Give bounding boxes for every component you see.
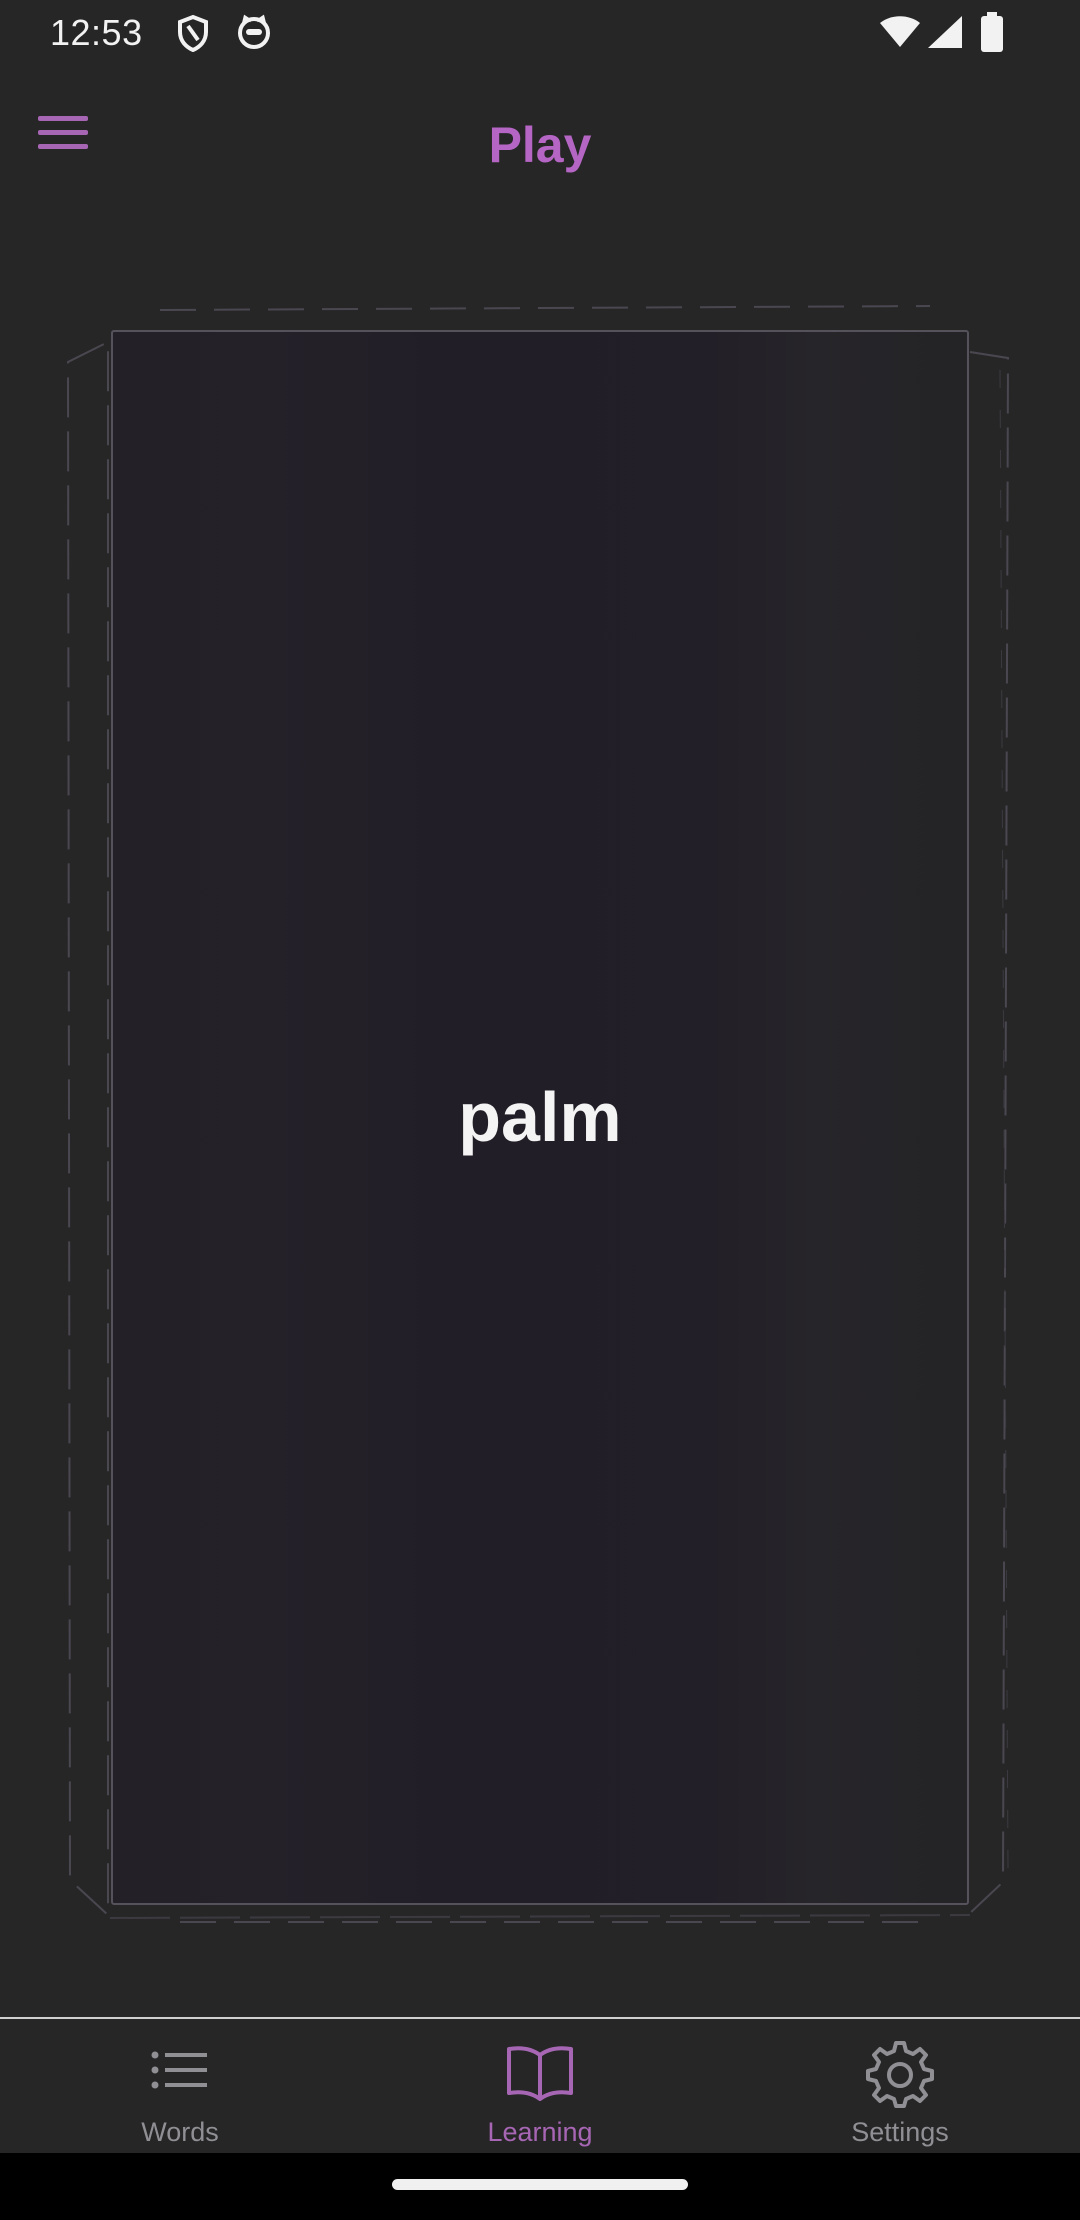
card-word: palm [458,1078,622,1156]
card-stack: palm [0,210,1080,1950]
screen: 12:53 Play palm Words Learning Settings [0,0,1080,2220]
app-bar: Play [0,66,1080,216]
book-icon [505,2039,575,2109]
bottom-nav: Words Learning Settings [0,2017,1080,2155]
signal-icon [928,16,962,53]
nav-item-settings[interactable]: Settings [720,2019,1080,2155]
nav-label-settings: Settings [851,2117,949,2147]
status-bar: 12:53 [0,0,1080,66]
battery-icon [980,12,1004,57]
gesture-handle[interactable] [392,2179,688,2190]
nav-item-learning[interactable]: Learning [360,2019,720,2155]
nav-label-words: Words [141,2117,219,2147]
word-card[interactable]: palm [111,330,969,1905]
nav-item-words[interactable]: Words [0,2019,360,2155]
wifi-icon [880,16,920,53]
gesture-area [0,2153,1080,2220]
page-title: Play [488,117,592,173]
shield-icon [176,14,210,57]
cat-icon [236,14,272,55]
status-time: 12:53 [50,12,143,53]
gear-icon [865,2039,935,2109]
nav-label-learning: Learning [487,2117,593,2147]
list-icon [145,2039,215,2109]
